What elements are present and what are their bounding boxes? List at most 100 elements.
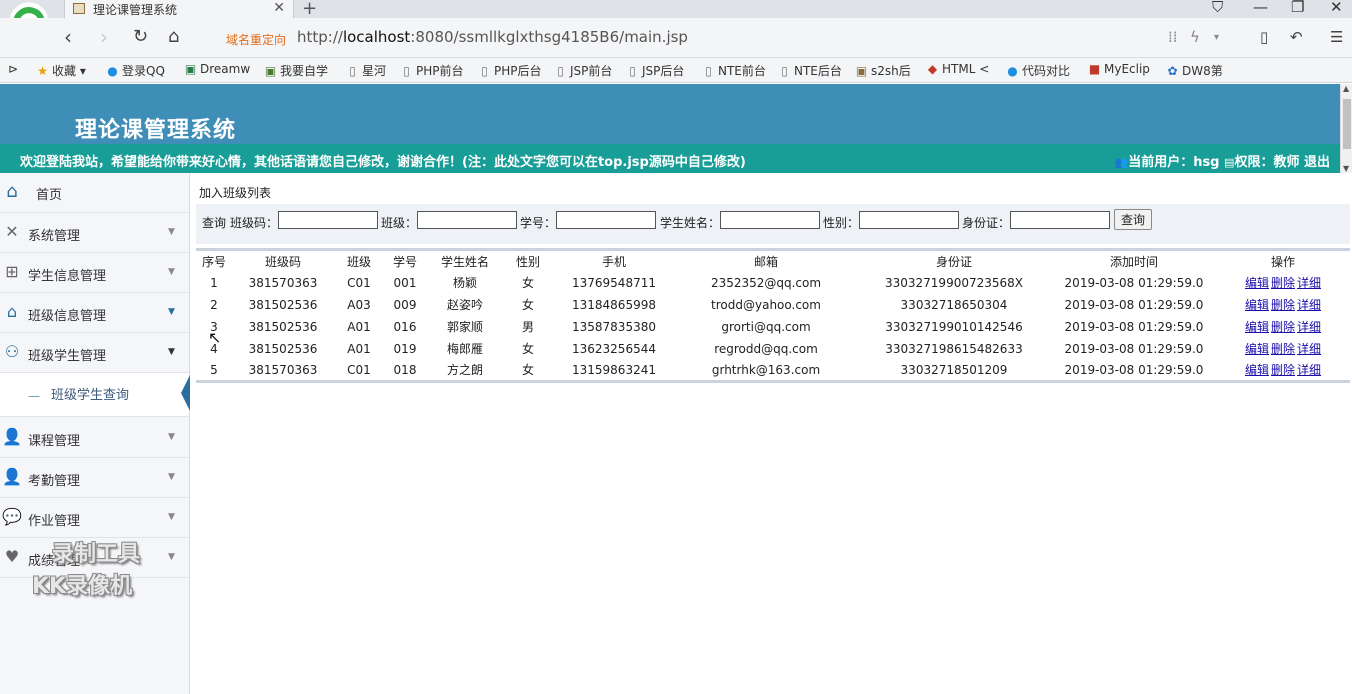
- back-icon[interactable]: ‹: [64, 26, 72, 48]
- submenu-label: 班级学生查询: [51, 388, 130, 403]
- delete-link[interactable]: 删除: [1271, 298, 1295, 312]
- shirt-skin-icon[interactable]: ⛉: [1212, 0, 1223, 16]
- delete-link[interactable]: 删除: [1271, 276, 1295, 290]
- bookmark-item[interactable]: ▯ PHP前台: [400, 62, 463, 79]
- submenu-class-student-query[interactable]: — 班级学生查询: [0, 373, 190, 417]
- detail-link[interactable]: 详细: [1297, 363, 1321, 377]
- sidebar-toggle-icon[interactable]: ⊳: [8, 62, 18, 76]
- sidebar-item-label: 考勤管理: [28, 474, 81, 489]
- browser-tab[interactable]: 理论课管理系统 ✕: [64, 0, 294, 20]
- close-tab-icon[interactable]: ✕: [273, 0, 285, 16]
- delete-link[interactable]: 删除: [1271, 320, 1295, 334]
- bookmark-item[interactable]: ▯ 星河: [346, 62, 386, 79]
- table-cell: 女: [521, 363, 534, 378]
- reload-icon[interactable]: ↻: [133, 26, 148, 48]
- class-code-input[interactable]: [278, 211, 378, 229]
- bookmark-item[interactable]: ▯ NTE后台: [778, 62, 842, 79]
- table-cell: 13769548711: [572, 275, 656, 290]
- bookmark-item[interactable]: ▯ PHP后台: [478, 62, 541, 79]
- apps-grid-icon[interactable]: ⁞⁞: [1168, 28, 1178, 46]
- sidebar-item-class-students[interactable]: ⚇ 班级学生管理 ▼: [0, 333, 189, 373]
- bookmark-item[interactable]: ▣ 我要自学: [264, 62, 328, 79]
- table-cell: 13623256544: [572, 341, 656, 356]
- watermark-line: KK录像机: [32, 574, 133, 599]
- detail-link[interactable]: 详细: [1297, 342, 1321, 356]
- search-button[interactable]: 查询: [1114, 209, 1152, 230]
- edit-link[interactable]: 编辑: [1245, 363, 1269, 377]
- logout-link[interactable]: 退出: [1304, 155, 1330, 170]
- mouse-cursor-icon: ↖: [208, 328, 222, 347]
- undo-icon[interactable]: ↶: [1290, 28, 1303, 46]
- welcome-bar: 欢迎登陆我站，希望能给你带来好心情，其他话语请您自己修改，谢谢合作！(注：此处文…: [0, 144, 1340, 173]
- edit-link[interactable]: 编辑: [1245, 342, 1269, 356]
- redirect-label: 域名重定向: [226, 33, 287, 47]
- new-tab-icon[interactable]: +: [302, 0, 317, 19]
- sidebar-item-students[interactable]: ⊞ 学生信息管理 ▼: [0, 253, 189, 293]
- scroll-thumb[interactable]: [1343, 99, 1351, 149]
- bookmark-item[interactable]: ▣ Dreamw: [184, 62, 250, 76]
- bookmark-item[interactable]: ★ 收藏 ▾: [36, 62, 86, 79]
- chat-icon: 💬: [2, 507, 22, 526]
- edit-link[interactable]: 编辑: [1245, 276, 1269, 290]
- delete-link[interactable]: 删除: [1271, 342, 1295, 356]
- bookmark-item[interactable]: ● 登录QQ: [106, 62, 165, 79]
- minimize-icon[interactable]: —: [1253, 0, 1268, 16]
- scroll-up-icon[interactable]: ▲: [1343, 84, 1349, 93]
- class-input[interactable]: [417, 211, 517, 229]
- sidebar-item-classes[interactable]: ⌂ 班级信息管理 ▼: [0, 293, 189, 333]
- bookmark-item[interactable]: ▯ JSP前台: [554, 62, 612, 79]
- delete-link[interactable]: 删除: [1271, 363, 1295, 377]
- table-cell: 330327198615482633: [885, 341, 1023, 356]
- detail-link[interactable]: 详细: [1297, 298, 1321, 312]
- table-cell: 381502536: [248, 319, 318, 334]
- sidebar-item-label: 首页: [36, 188, 63, 203]
- bookmark-item[interactable]: ■ MyEclip: [1088, 62, 1150, 76]
- maximize-icon[interactable]: ❐: [1291, 0, 1304, 16]
- table-cell: 2019-03-08 01:29:59.0: [1064, 319, 1204, 334]
- bookmark-item[interactable]: ✿ DW8第: [1166, 62, 1222, 79]
- grid-icon: ⊞: [5, 262, 19, 281]
- home-page-icon[interactable]: ⌂: [168, 26, 179, 48]
- id-card-input[interactable]: [1010, 211, 1110, 229]
- bookmark-page-icon[interactable]: ▯: [1260, 28, 1268, 46]
- table-cell: 方之朗: [446, 363, 483, 378]
- column-header: 序号: [201, 254, 226, 269]
- sidebar-item-courses[interactable]: 👤 课程管理 ▼: [0, 418, 189, 458]
- bookmark-item[interactable]: ◆ HTML <: [926, 62, 989, 76]
- url-field[interactable]: http://localhost:8080/ssmllkglxthsg4185B…: [297, 28, 688, 46]
- student-no-input[interactable]: [556, 211, 656, 229]
- student-name-input[interactable]: [720, 211, 820, 229]
- table-cell: 381502536: [248, 341, 318, 356]
- class-code-label: 班级码：: [230, 216, 279, 230]
- table-cell: 381570363: [248, 362, 318, 377]
- sidebar-item-homework[interactable]: 💬 作业管理 ▼: [0, 498, 189, 538]
- bookmark-item[interactable]: ▯ NTE前台: [702, 62, 766, 79]
- lightning-icon[interactable]: ϟ: [1190, 28, 1200, 46]
- sidebar-item-home[interactable]: ⌂ 首页: [0, 173, 189, 213]
- bookmark-item[interactable]: ▣ s2sh后: [855, 62, 911, 79]
- column-header: 添加时间: [1109, 254, 1158, 269]
- edit-link[interactable]: 编辑: [1245, 320, 1269, 334]
- scroll-down-icon[interactable]: ▼: [1343, 164, 1349, 173]
- forward-icon[interactable]: ›: [100, 26, 108, 48]
- dropdown-chevron-icon[interactable]: ▾: [1214, 32, 1219, 43]
- page-scrollbar[interactable]: ▲ ▼: [1340, 84, 1352, 173]
- sidebar-item-system[interactable]: ✕ 系统管理 ▼: [0, 213, 189, 253]
- table-cell: 13184865998: [572, 297, 656, 312]
- menu-icon[interactable]: ☰: [1330, 28, 1343, 46]
- bookmark-item[interactable]: ▯ JSP后台: [626, 62, 684, 79]
- gender-input[interactable]: [859, 211, 959, 229]
- detail-link[interactable]: 详细: [1297, 276, 1321, 290]
- content-title: 加入班级列表: [199, 186, 272, 200]
- sidebar-item-attendance[interactable]: 👤 考勤管理 ▼: [0, 458, 189, 498]
- bookmark-item[interactable]: ● 代码对比: [1006, 62, 1070, 79]
- detail-link[interactable]: 详细: [1297, 320, 1321, 334]
- table-cell: 381502536: [248, 297, 318, 312]
- column-header: 手机: [601, 254, 626, 269]
- edit-link[interactable]: 编辑: [1245, 298, 1269, 312]
- close-window-icon[interactable]: ✕: [1330, 0, 1343, 16]
- table-cell: 33032719900723568X: [884, 275, 1023, 290]
- table-row: 4 381502536 A01 019 梅郎雁女 13623256544 regrodd@q…: [196, 338, 1350, 360]
- column-header: 学生姓名: [440, 254, 489, 269]
- sidebar-item-label: 学生信息管理: [28, 269, 107, 284]
